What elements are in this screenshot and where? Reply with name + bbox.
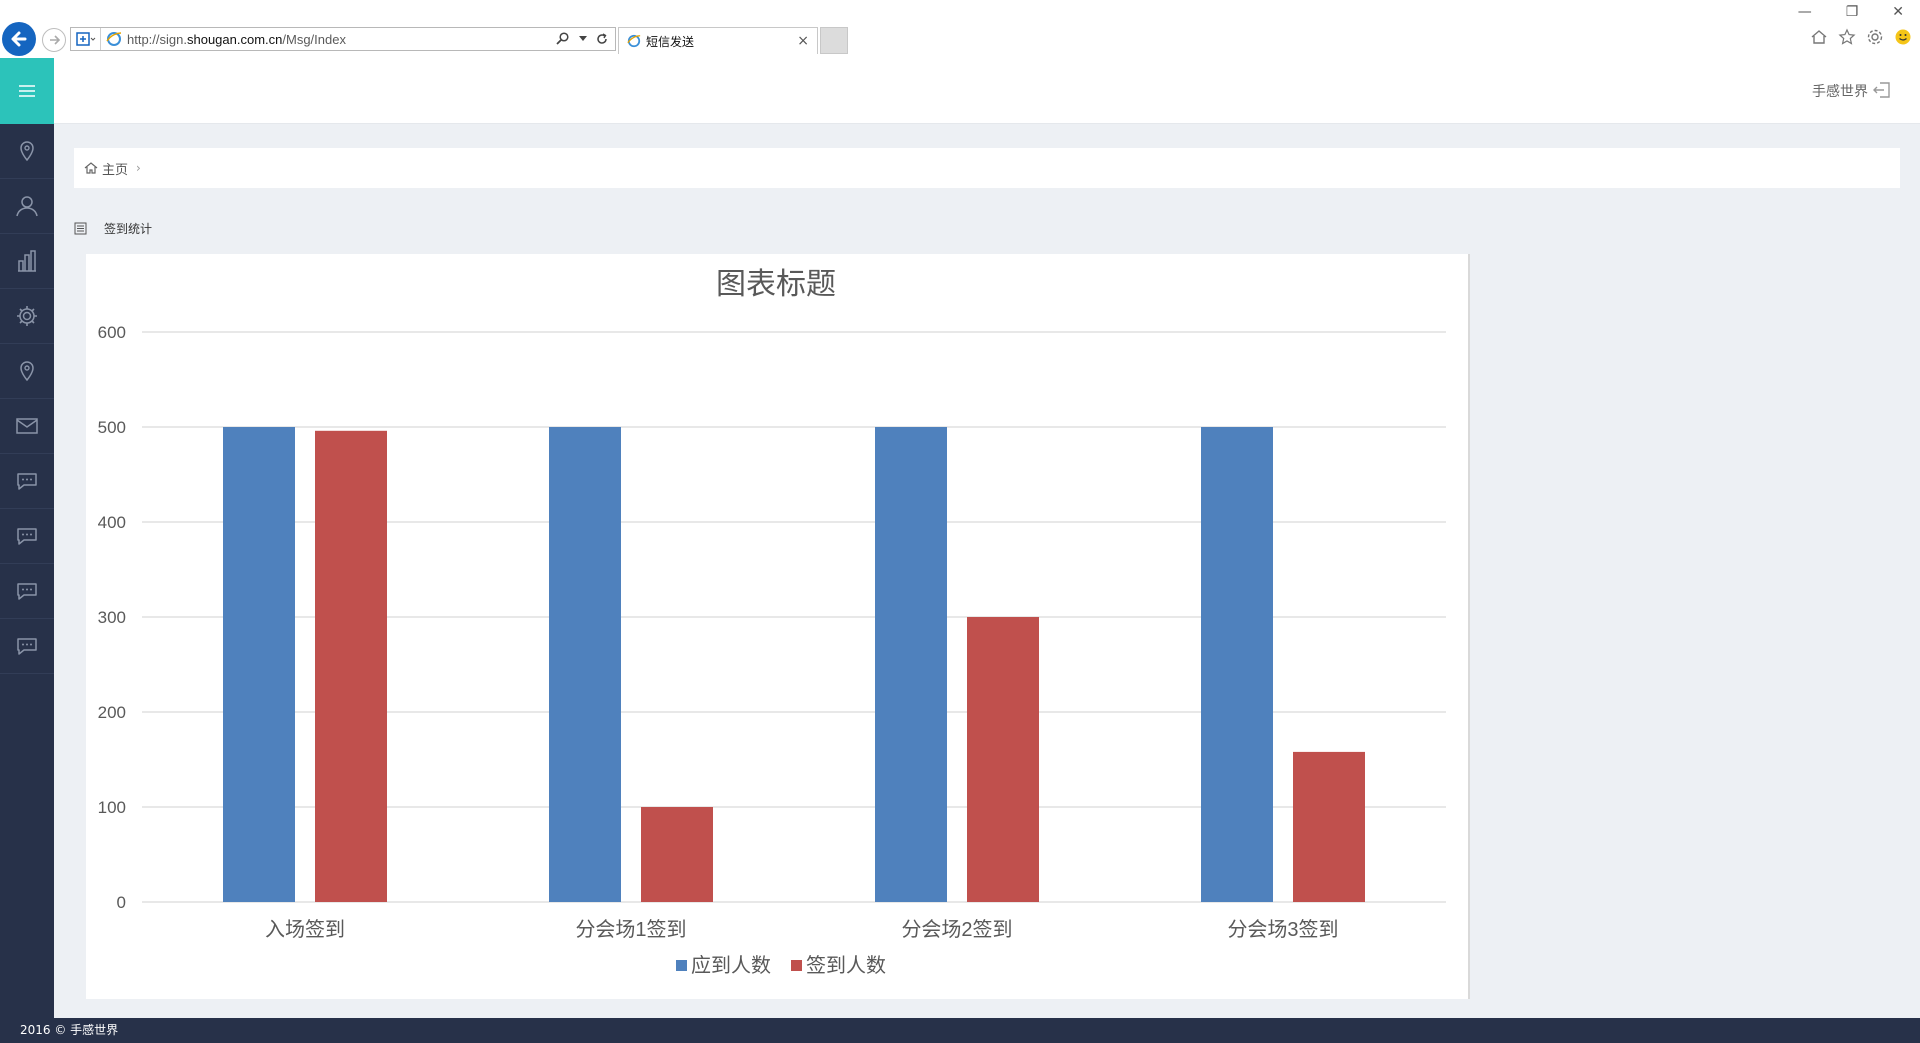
gear-icon bbox=[17, 306, 37, 326]
y-tick-label: 400 bbox=[98, 513, 126, 532]
location-pin-icon bbox=[20, 361, 34, 382]
bar bbox=[223, 427, 295, 902]
breadcrumb: 主页 › bbox=[74, 148, 1900, 188]
ie-page-icon bbox=[105, 28, 123, 50]
bar bbox=[641, 807, 713, 902]
url-text[interactable]: http://sign.shougan.com.cn/Msg/Index bbox=[127, 32, 555, 47]
close-window-button[interactable]: ✕ bbox=[1892, 4, 1904, 20]
sidebar-item-mail[interactable] bbox=[0, 399, 54, 454]
chat-bubble-icon bbox=[17, 583, 37, 600]
home-icon[interactable] bbox=[84, 161, 98, 175]
top-header: 手感世界 bbox=[54, 58, 1920, 124]
browser-tab[interactable]: 短信发送 × bbox=[618, 27, 818, 54]
sidebar-item-settings[interactable] bbox=[0, 289, 54, 344]
sidebar-item-chat-4[interactable] bbox=[0, 619, 54, 674]
main-content: 主页 › 签到统计 图表标题 0 100 200 300 400 500 600 入场签到 分会场… bbox=[54, 124, 1920, 1018]
browser-chrome: http://sign.shougan.com.cn/Msg/Index 短信发… bbox=[0, 0, 1920, 58]
window-controls: — ❐ ✕ bbox=[1798, 4, 1904, 20]
footer: 2016 © 手感世界 bbox=[0, 1018, 1920, 1043]
breadcrumb-home-link[interactable]: 主页 bbox=[102, 159, 128, 178]
bar bbox=[875, 427, 947, 902]
legend-swatch bbox=[791, 960, 802, 971]
sidebar-item-statistics[interactable] bbox=[0, 234, 54, 289]
sidebar-item-location-2[interactable] bbox=[0, 344, 54, 399]
url-prefix: http://sign. bbox=[127, 31, 187, 47]
envelope-icon bbox=[16, 418, 38, 434]
tab-close-icon[interactable]: × bbox=[797, 33, 809, 49]
hamburger-icon bbox=[19, 85, 35, 97]
chat-bubble-icon bbox=[17, 638, 37, 655]
x-tick-label: 分会场2签到 bbox=[901, 918, 1012, 941]
bar-chart-icon bbox=[18, 250, 36, 272]
section-title: 签到统计 bbox=[104, 222, 153, 236]
sidebar bbox=[0, 58, 54, 1043]
menu-toggle-button[interactable] bbox=[0, 58, 54, 124]
home-icon[interactable] bbox=[1810, 28, 1828, 46]
logout-icon[interactable] bbox=[1872, 80, 1892, 100]
footer-copyright: 2016 © 手感世界 bbox=[20, 1023, 119, 1037]
sidebar-item-users[interactable] bbox=[0, 179, 54, 234]
security-icon[interactable] bbox=[71, 28, 101, 50]
minimize-button[interactable]: — bbox=[1798, 4, 1812, 20]
ie-tab-icon bbox=[627, 34, 641, 48]
chat-bubble-icon bbox=[17, 528, 37, 545]
y-tick-label: 0 bbox=[117, 893, 126, 912]
restore-button[interactable]: ❐ bbox=[1846, 4, 1859, 20]
legend-label: 应到人数 bbox=[691, 954, 771, 977]
arrow-right-icon bbox=[50, 35, 61, 45]
y-tick-label: 600 bbox=[98, 323, 126, 342]
refresh-icon[interactable] bbox=[595, 32, 609, 46]
search-icon[interactable] bbox=[555, 32, 571, 46]
sidebar-item-chat-2[interactable] bbox=[0, 509, 54, 564]
sidebar-item-chat-1[interactable] bbox=[0, 454, 54, 509]
bar bbox=[1293, 751, 1365, 902]
x-tick-label: 分会场3签到 bbox=[1227, 918, 1338, 941]
dropdown-icon[interactable] bbox=[579, 36, 587, 42]
legend-swatch bbox=[676, 960, 687, 971]
bar bbox=[967, 617, 1039, 902]
breadcrumb-separator: › bbox=[136, 161, 141, 175]
back-button[interactable] bbox=[2, 22, 36, 56]
x-tick-label: 入场签到 bbox=[265, 918, 345, 941]
y-tick-label: 300 bbox=[98, 608, 126, 627]
sidebar-item-location[interactable] bbox=[0, 124, 54, 179]
gear-icon[interactable] bbox=[1866, 28, 1884, 46]
address-bar[interactable]: http://sign.shougan.com.cn/Msg/Index bbox=[70, 27, 616, 51]
bar-chart: 图表标题 0 100 200 300 400 500 600 入场签到 分会场1签到 分会场2签到 分… bbox=[98, 268, 1446, 977]
list-icon bbox=[74, 222, 87, 235]
bar bbox=[1201, 427, 1273, 902]
chat-bubble-icon bbox=[17, 473, 37, 490]
bar bbox=[315, 430, 387, 902]
smiley-icon[interactable] bbox=[1894, 28, 1912, 46]
legend-label: 签到人数 bbox=[806, 954, 886, 977]
url-path: /Msg/Index bbox=[282, 31, 346, 47]
y-tick-label: 100 bbox=[98, 798, 126, 817]
section-header: 签到统计 bbox=[74, 220, 152, 237]
url-domain: shougan.com.cn bbox=[186, 31, 283, 47]
new-tab-button[interactable] bbox=[820, 27, 848, 54]
browser-toolbar-icons bbox=[1810, 28, 1912, 46]
y-tick-label: 200 bbox=[98, 703, 126, 722]
sidebar-item-chat-3[interactable] bbox=[0, 564, 54, 619]
user-name[interactable]: 手感世界 bbox=[1812, 81, 1868, 101]
chart-panel: 图表标题 0 100 200 300 400 500 600 入场签到 分会场1签到 分会场2签到 分… bbox=[86, 254, 1470, 999]
user-icon bbox=[16, 196, 38, 217]
location-pin-icon bbox=[20, 141, 34, 162]
y-tick-label: 500 bbox=[98, 418, 126, 437]
bar bbox=[549, 427, 621, 902]
star-icon[interactable] bbox=[1838, 28, 1856, 46]
arrow-left-icon bbox=[11, 31, 27, 47]
tab-title: 短信发送 bbox=[646, 34, 695, 49]
forward-button[interactable] bbox=[42, 28, 66, 52]
x-tick-label: 分会场1签到 bbox=[575, 918, 686, 941]
chart-title: 图表标题 bbox=[716, 268, 836, 301]
